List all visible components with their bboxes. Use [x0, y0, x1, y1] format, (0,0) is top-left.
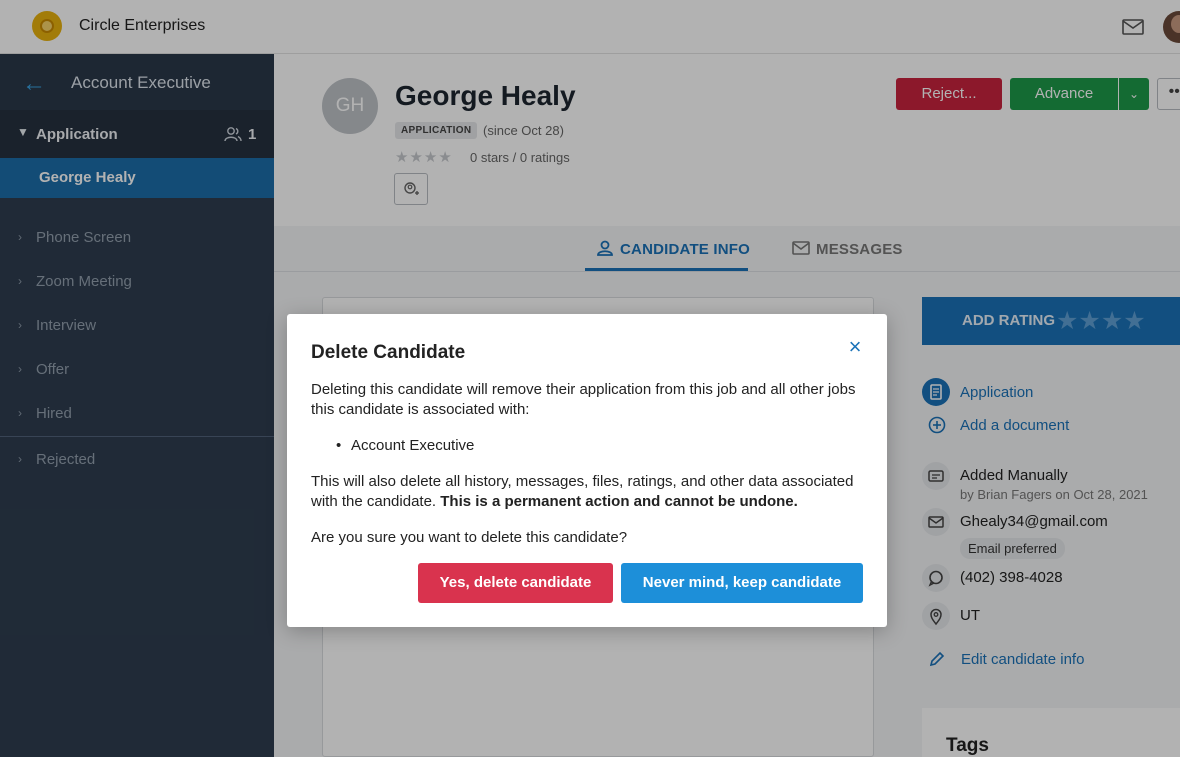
modal-question: Are you sure you want to delete this can…: [311, 529, 628, 546]
modal-title: Delete Candidate: [311, 342, 466, 363]
modal-warning: This will also delete all history, messa…: [311, 472, 867, 512]
job-list-item: Account Executive: [336, 436, 474, 456]
close-icon[interactable]: ×: [845, 336, 865, 358]
modal-description: Deleting this candidate will remove thei…: [311, 381, 856, 418]
delete-candidate-modal: Delete Candidate × Deleting this candida…: [287, 314, 887, 627]
keep-candidate-button[interactable]: Never mind, keep candidate: [621, 563, 863, 603]
permanent-warning: This is a permanent action and cannot be…: [440, 493, 798, 510]
confirm-delete-button[interactable]: Yes, delete candidate: [418, 563, 613, 603]
modal-body: Deleting this candidate will remove thei…: [311, 380, 867, 546]
